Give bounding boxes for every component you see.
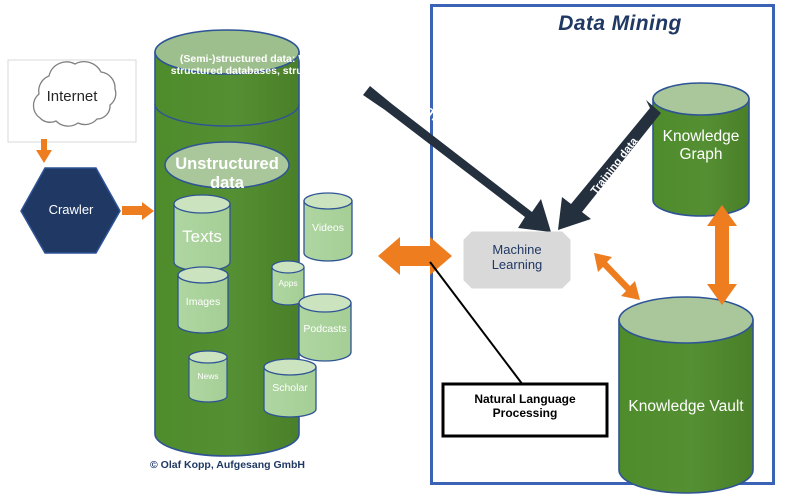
knowledge-vault-cylinder	[618, 296, 754, 494]
diagram-graphics	[7, 4, 775, 494]
arrow-internet-to-crawler	[36, 139, 52, 163]
arrow-training-data-left	[363, 86, 551, 232]
cylinder-podcasts	[298, 293, 352, 362]
arrow-crawler-to-store	[122, 202, 154, 220]
unstructured-data-disc	[164, 141, 290, 189]
cylinder-images	[177, 266, 229, 334]
arrow-store-to-ml	[378, 237, 452, 275]
machine-learning-box	[463, 231, 571, 289]
arrow-ml-to-knowledge-vault	[594, 253, 640, 300]
cylinder-texts	[173, 194, 231, 272]
cylinder-apps	[271, 260, 305, 306]
cylinder-scholar	[263, 358, 317, 418]
arrow-kg-to-kv	[707, 205, 737, 305]
nlp-box	[441, 382, 609, 438]
cylinder-videos	[303, 192, 353, 262]
knowledge-graph-cylinder	[652, 82, 750, 217]
cylinder-news	[188, 350, 228, 403]
arrow-training-data-right	[558, 100, 661, 230]
diagram-canvas: Data Mining Internet Crawler (Semi-)stru…	[0, 0, 800, 501]
crawler-hexagon	[20, 167, 121, 254]
